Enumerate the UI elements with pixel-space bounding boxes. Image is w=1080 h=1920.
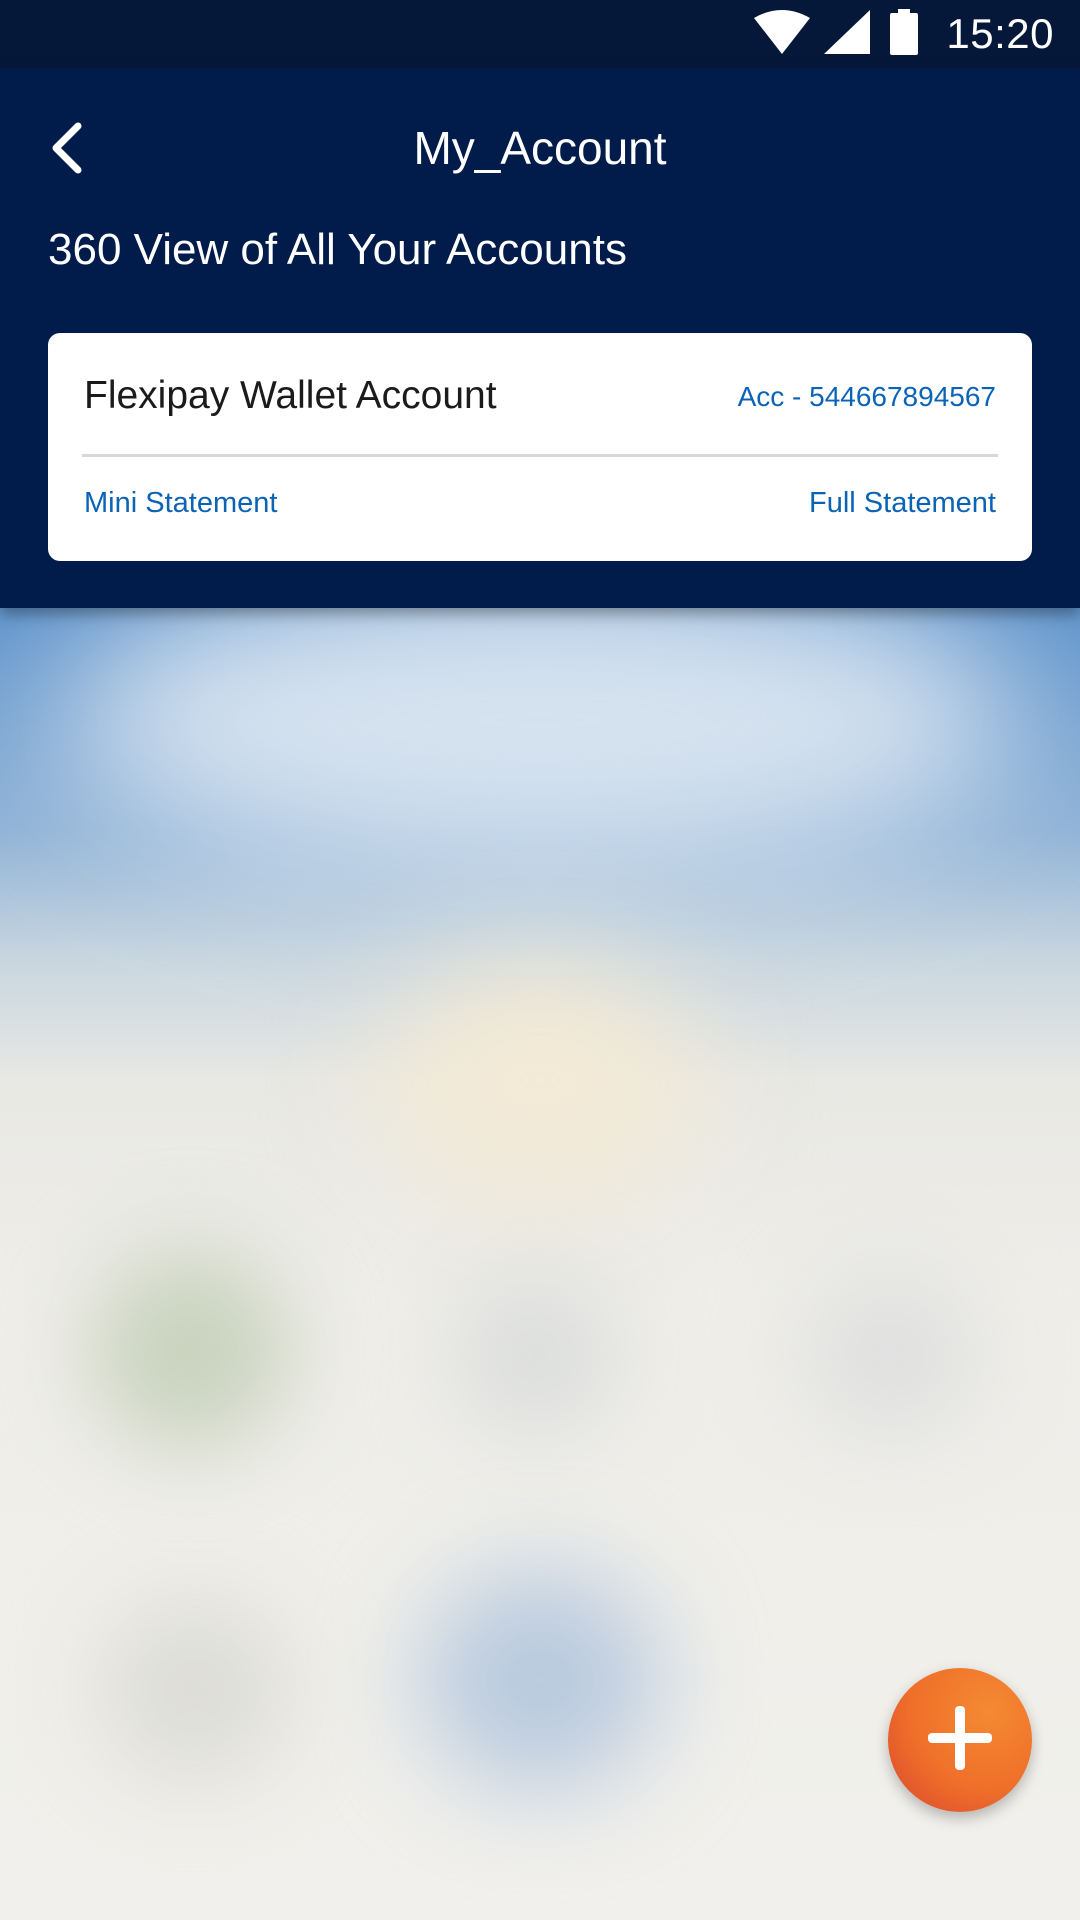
account-number-label: Acc - 544667894567 (738, 379, 996, 415)
mini-statement-link[interactable]: Mini Statement (84, 485, 277, 521)
background-blob (100, 1600, 290, 1780)
status-time: 15:20 (946, 10, 1054, 57)
card-divider (82, 454, 998, 457)
full-statement-link[interactable]: Full Statement (809, 485, 996, 521)
account-number: 544667894567 (809, 381, 996, 412)
background-blob (90, 1250, 290, 1450)
cell-signal-icon (824, 9, 871, 59)
wifi-icon (754, 9, 811, 59)
background-blob (380, 960, 700, 1200)
background-blob (60, 560, 1020, 880)
background-blob (420, 1570, 660, 1790)
add-button[interactable] (888, 1668, 1032, 1812)
account-card: Flexipay Wallet Account Acc - 5446678945… (48, 333, 1032, 561)
account-name: Flexipay Wallet Account (84, 374, 497, 417)
background-blob (800, 1270, 980, 1440)
status-bar: 15:20 (0, 0, 1080, 68)
battery-icon (890, 8, 919, 60)
account-prefix: Acc - (737, 381, 810, 412)
status-icons: 15:20 (754, 0, 1054, 68)
header-panel: My_Account 360 View of All Your Accounts… (0, 68, 1080, 608)
background-blob (450, 1270, 620, 1440)
page-title: My_Account (413, 122, 667, 174)
plus-icon (926, 1704, 994, 1777)
page-subtitle: 360 View of All Your Accounts (48, 225, 627, 274)
